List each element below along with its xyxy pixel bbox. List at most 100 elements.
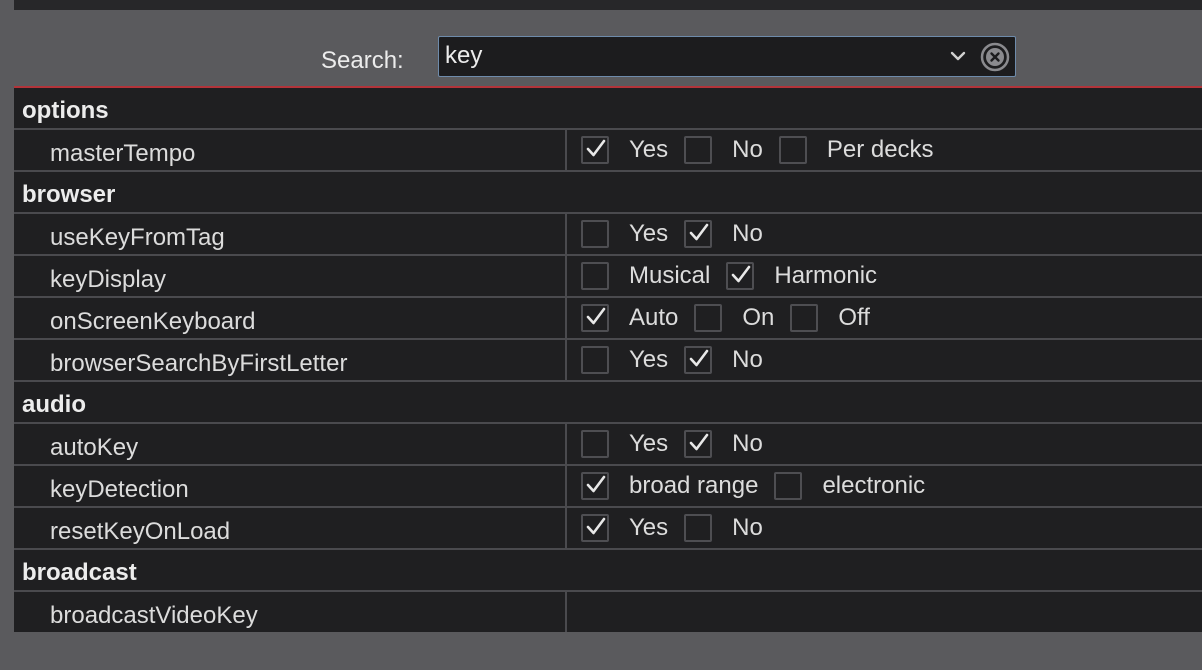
option-label: Yes <box>629 430 669 457</box>
option-label: Yes <box>629 220 669 247</box>
setting-row-onScreenKeyboard: onScreenKeyboard Auto On Off <box>14 298 1202 340</box>
setting-key: broadcastVideoKey <box>50 602 258 629</box>
checkbox-checked[interactable] <box>581 514 609 542</box>
checkbox-checked[interactable] <box>726 262 755 290</box>
setting-row-autoKey: autoKey Yes No <box>14 424 1202 466</box>
option-yes[interactable]: Yes <box>581 136 668 164</box>
section-header-browser: browser <box>14 172 1202 214</box>
column-divider <box>565 256 567 296</box>
option-yes[interactable]: Yes <box>581 514 668 542</box>
setting-key: keyDetection <box>50 476 189 503</box>
setting-key: keyDisplay <box>50 266 167 293</box>
column-divider <box>565 508 567 548</box>
section-header-audio: audio <box>14 382 1202 424</box>
checkbox-unchecked[interactable] <box>581 220 609 248</box>
column-divider <box>565 424 567 464</box>
option-per-decks[interactable]: Per decks <box>778 136 934 164</box>
setting-row-useKeyFromTag: useKeyFromTag Yes No <box>14 214 1202 256</box>
option-label: No <box>732 514 763 541</box>
setting-value: Yes No <box>581 340 779 380</box>
option-label: electronic <box>822 472 926 499</box>
option-yes[interactable]: Yes <box>581 346 668 374</box>
checkbox-unchecked[interactable] <box>790 304 819 332</box>
setting-value: Yes No Per decks <box>581 130 950 170</box>
top-toolbar <box>14 0 1202 10</box>
checkbox-checked[interactable] <box>581 136 609 164</box>
option-label: No <box>732 346 763 373</box>
section-label: options <box>22 97 109 124</box>
option-on[interactable]: On <box>694 304 774 332</box>
setting-key: useKeyFromTag <box>50 224 225 251</box>
option-label: Yes <box>629 514 669 541</box>
section-label: browser <box>22 181 116 208</box>
settings-table: options masterTempo Yes No Per decks browser u… <box>14 88 1202 634</box>
option-harmonic[interactable]: Harmonic <box>726 262 877 290</box>
setting-key: resetKeyOnLoad <box>50 518 231 545</box>
bottom-bar <box>14 632 1202 670</box>
option-label: On <box>742 304 775 331</box>
option-label: Yes <box>629 136 669 163</box>
option-electronic[interactable]: electronic <box>774 472 925 500</box>
checkbox-unchecked[interactable] <box>774 472 803 500</box>
option-yes[interactable]: Yes <box>581 430 668 458</box>
checkbox-unchecked[interactable] <box>581 346 609 374</box>
search-input[interactable] <box>445 41 925 71</box>
option-label: broad range <box>629 472 759 499</box>
setting-value: Musical Harmonic <box>581 256 893 296</box>
column-divider <box>565 214 567 254</box>
checkbox-checked[interactable] <box>581 472 609 500</box>
option-broad-range[interactable]: broad range <box>581 472 758 500</box>
option-label: Off <box>838 304 870 331</box>
checkbox-unchecked[interactable] <box>778 136 807 164</box>
left-strip <box>0 0 14 670</box>
setting-row-masterTempo: masterTempo Yes No Per decks <box>14 130 1202 172</box>
setting-row-keyDetection: keyDetection broad range electronic <box>14 466 1202 508</box>
column-divider <box>565 130 567 170</box>
column-divider <box>565 340 567 380</box>
setting-row-keyDisplay: keyDisplay Musical Harmonic <box>14 256 1202 298</box>
option-auto[interactable]: Auto <box>581 304 678 332</box>
chevron-down-icon[interactable] <box>949 47 967 65</box>
checkbox-unchecked[interactable] <box>684 514 713 542</box>
search-field[interactable] <box>438 36 1016 77</box>
setting-value: broad range electronic <box>581 466 941 506</box>
search-bar: Search: <box>14 10 1202 88</box>
option-no[interactable]: No <box>684 220 763 248</box>
setting-key: onScreenKeyboard <box>50 308 256 335</box>
checkbox-unchecked[interactable] <box>684 136 713 164</box>
section-header-options: options <box>14 88 1202 130</box>
setting-row-resetKeyOnLoad: resetKeyOnLoad Yes No <box>14 508 1202 550</box>
option-off[interactable]: Off <box>790 304 870 332</box>
option-label: No <box>732 136 763 163</box>
setting-value: Yes No <box>581 508 779 548</box>
search-label: Search: <box>321 47 404 74</box>
option-yes[interactable]: Yes <box>581 220 668 248</box>
section-label: audio <box>22 391 86 418</box>
option-no[interactable]: No <box>684 136 763 164</box>
clear-search-icon[interactable] <box>979 41 1011 73</box>
section-label: broadcast <box>22 559 137 586</box>
option-no[interactable]: No <box>684 514 763 542</box>
setting-row-broadcastVideoKey: broadcastVideoKey <box>14 592 1202 634</box>
checkbox-unchecked[interactable] <box>581 430 609 458</box>
setting-value: Auto On Off <box>581 298 886 338</box>
option-no[interactable]: No <box>684 346 763 374</box>
checkbox-unchecked[interactable] <box>581 262 609 290</box>
checkbox-unchecked[interactable] <box>694 304 723 332</box>
option-label: No <box>732 220 763 247</box>
checkbox-checked[interactable] <box>684 430 713 458</box>
setting-key: browserSearchByFirstLetter <box>50 350 348 377</box>
column-divider <box>565 592 567 632</box>
setting-value: Yes No <box>581 214 779 254</box>
option-label: No <box>732 430 763 457</box>
checkbox-checked[interactable] <box>684 346 713 374</box>
section-header-broadcast: broadcast <box>14 550 1202 592</box>
option-no[interactable]: No <box>684 430 763 458</box>
checkbox-checked[interactable] <box>581 304 609 332</box>
option-musical[interactable]: Musical <box>581 262 710 290</box>
checkbox-checked[interactable] <box>684 220 713 248</box>
setting-row-browserSearchByFirstLetter: browserSearchByFirstLetter Yes No <box>14 340 1202 382</box>
option-label: Harmonic <box>774 262 878 289</box>
option-label: Auto <box>629 304 679 331</box>
column-divider <box>565 466 567 506</box>
